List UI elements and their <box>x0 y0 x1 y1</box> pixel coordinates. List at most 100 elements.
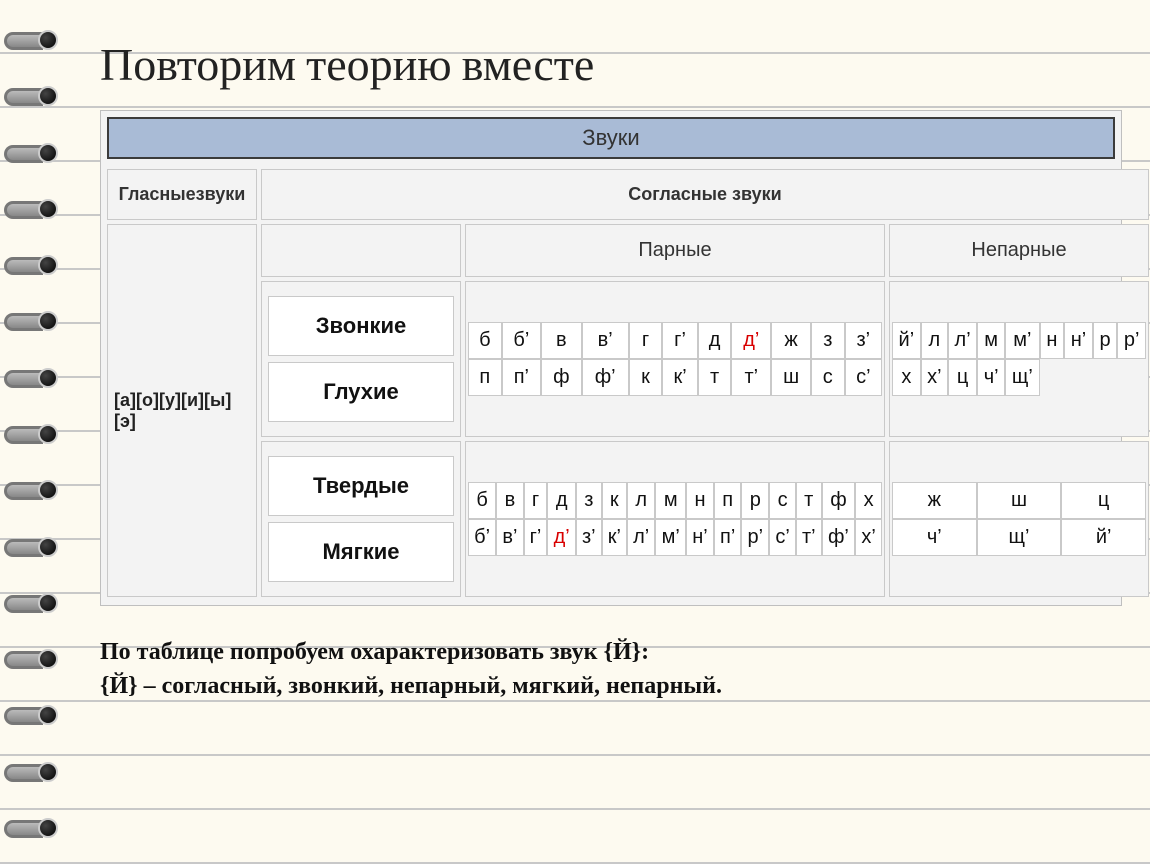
sound-cell: ж <box>892 482 977 519</box>
sound-cell: б <box>468 482 496 519</box>
footer-line-1: По таблице попробуем охарактеризовать зв… <box>100 636 1122 670</box>
group2-unpaired-table: жшц ч’щ’й’ <box>892 482 1146 556</box>
group2-paired-table: бвгдзклмнпрстфх б’в’г’д’з’к’л’м’н’п’р’с’т… <box>468 482 882 556</box>
sound-cell: р <box>741 482 769 519</box>
sound-cell: т’ <box>731 359 771 396</box>
sound-cell: л’ <box>627 519 655 556</box>
sound-cell: н’ <box>686 519 714 556</box>
footer-text: По таблице попробуем охарактеризовать зв… <box>100 636 1122 703</box>
sound-cell: ф’ <box>822 519 856 556</box>
sound-cell: х’ <box>855 519 882 556</box>
sound-cell: т’ <box>796 519 822 556</box>
sound-cell: к’ <box>602 519 627 556</box>
sound-cell: м’ <box>1005 322 1040 359</box>
sound-cell: к’ <box>662 359 697 396</box>
sound-cell: л <box>627 482 655 519</box>
sound-cell: ч’ <box>977 359 1005 396</box>
sound-cell: щ’ <box>977 519 1062 556</box>
group1-labels: Звонкие Глухие <box>261 281 461 437</box>
sound-cell: ж <box>771 322 811 359</box>
sound-cell: з’ <box>845 322 882 359</box>
sound-cell: в <box>496 482 523 519</box>
sound-cell: л <box>921 322 948 359</box>
header-consonants: Согласные звуки <box>261 169 1149 220</box>
sound-cell: л’ <box>948 322 977 359</box>
spiral-binding <box>0 0 60 864</box>
sound-cell: н’ <box>1064 322 1093 359</box>
sound-cell: д <box>547 482 575 519</box>
sound-cell: ч’ <box>892 519 977 556</box>
sound-cell: т <box>698 359 732 396</box>
sound-cell: к <box>602 482 627 519</box>
sound-cell: ф’ <box>582 359 629 396</box>
sound-cell: щ’ <box>1005 359 1040 396</box>
sound-cell: с’ <box>845 359 882 396</box>
sound-cell: ш <box>977 482 1062 519</box>
sound-cell: т <box>796 482 822 519</box>
sound-cell: с <box>811 359 845 396</box>
sound-cell: б’ <box>468 519 496 556</box>
table-banner: Звуки <box>107 117 1115 159</box>
sound-cell: в <box>541 322 581 359</box>
sound-cell: х’ <box>921 359 948 396</box>
sound-cell: к <box>629 359 663 396</box>
sound-cell: ф <box>541 359 581 396</box>
vowels-list: [а][о][у][и][ы][э] <box>107 224 257 597</box>
sound-cell: б’ <box>502 322 542 359</box>
spacer-cell <box>261 224 461 277</box>
sound-cell: р’ <box>1117 322 1146 359</box>
sound-cell: г <box>629 322 663 359</box>
sound-cell: з <box>576 482 602 519</box>
sound-cell: з’ <box>576 519 602 556</box>
group2-unpaired: жшц ч’щ’й’ <box>889 441 1149 597</box>
label-soft: Мягкие <box>268 522 454 582</box>
group1-unpaired: й’лл’мм’нн’рр’ хх’цч’щ’ <box>889 281 1149 437</box>
header-paired: Парные <box>465 224 885 277</box>
sound-cell: х <box>892 359 921 396</box>
group1-paired: бб’вв’гг’дд’жзз’ пп’фф’кк’тт’шсс’ <box>465 281 885 437</box>
sound-cell: д <box>698 322 732 359</box>
sound-cell: р <box>1093 322 1118 359</box>
group1-paired-table: бб’вв’гг’дд’жзз’ пп’фф’кк’тт’шсс’ <box>468 322 882 396</box>
sound-cell: ц <box>948 359 977 396</box>
sound-cell: й’ <box>892 322 921 359</box>
sound-cell: г’ <box>662 322 697 359</box>
sound-cell: й’ <box>1061 519 1146 556</box>
label-voiceless: Глухие <box>268 362 454 422</box>
label-hard: Твердые <box>268 456 454 516</box>
sound-cell: п <box>468 359 502 396</box>
sound-cell: з <box>811 322 845 359</box>
sound-cell: д’ <box>547 519 575 556</box>
sound-cell: в’ <box>582 322 629 359</box>
sound-cell: х <box>855 482 882 519</box>
sound-cell: м <box>977 322 1005 359</box>
sound-cell: п <box>714 482 742 519</box>
group2-labels: Твердые Мягкие <box>261 441 461 597</box>
footer-line-2: {Й} – согласный, звонкий, непарный, мягк… <box>100 670 1122 704</box>
sound-cell: б <box>468 322 502 359</box>
sound-cell: п’ <box>714 519 742 556</box>
group2-paired: бвгдзклмнпрстфх б’в’г’д’з’к’л’м’н’п’р’с’т… <box>465 441 885 597</box>
sound-cell: г <box>524 482 548 519</box>
sound-cell: ц <box>1061 482 1146 519</box>
sound-cell: д’ <box>731 322 771 359</box>
label-voiced: Звонкие <box>268 296 454 356</box>
sounds-table: Звуки Гласныезвуки Согласные звуки [а][о… <box>100 110 1122 606</box>
header-unpaired: Непарные <box>889 224 1149 277</box>
sound-cell: м’ <box>655 519 686 556</box>
sound-cell: в’ <box>496 519 523 556</box>
sound-cell: ш <box>771 359 811 396</box>
sound-cell: п’ <box>502 359 542 396</box>
sound-cell: ф <box>822 482 856 519</box>
sound-cell: с’ <box>769 519 796 556</box>
group1-unpaired-table: й’лл’мм’нн’рр’ хх’цч’щ’ <box>892 322 1146 396</box>
sound-cell: н <box>1040 322 1065 359</box>
sound-cell: м <box>655 482 686 519</box>
page-title: Повторим теорию вместе <box>100 38 1122 92</box>
sound-cell: р’ <box>741 519 769 556</box>
sound-cell: с <box>769 482 796 519</box>
header-vowels: Гласныезвуки <box>107 169 257 220</box>
sound-cell: н <box>686 482 714 519</box>
slide-content: Повторим теорию вместе Звуки Гласныезвук… <box>70 0 1142 864</box>
sound-cell: г’ <box>524 519 548 556</box>
